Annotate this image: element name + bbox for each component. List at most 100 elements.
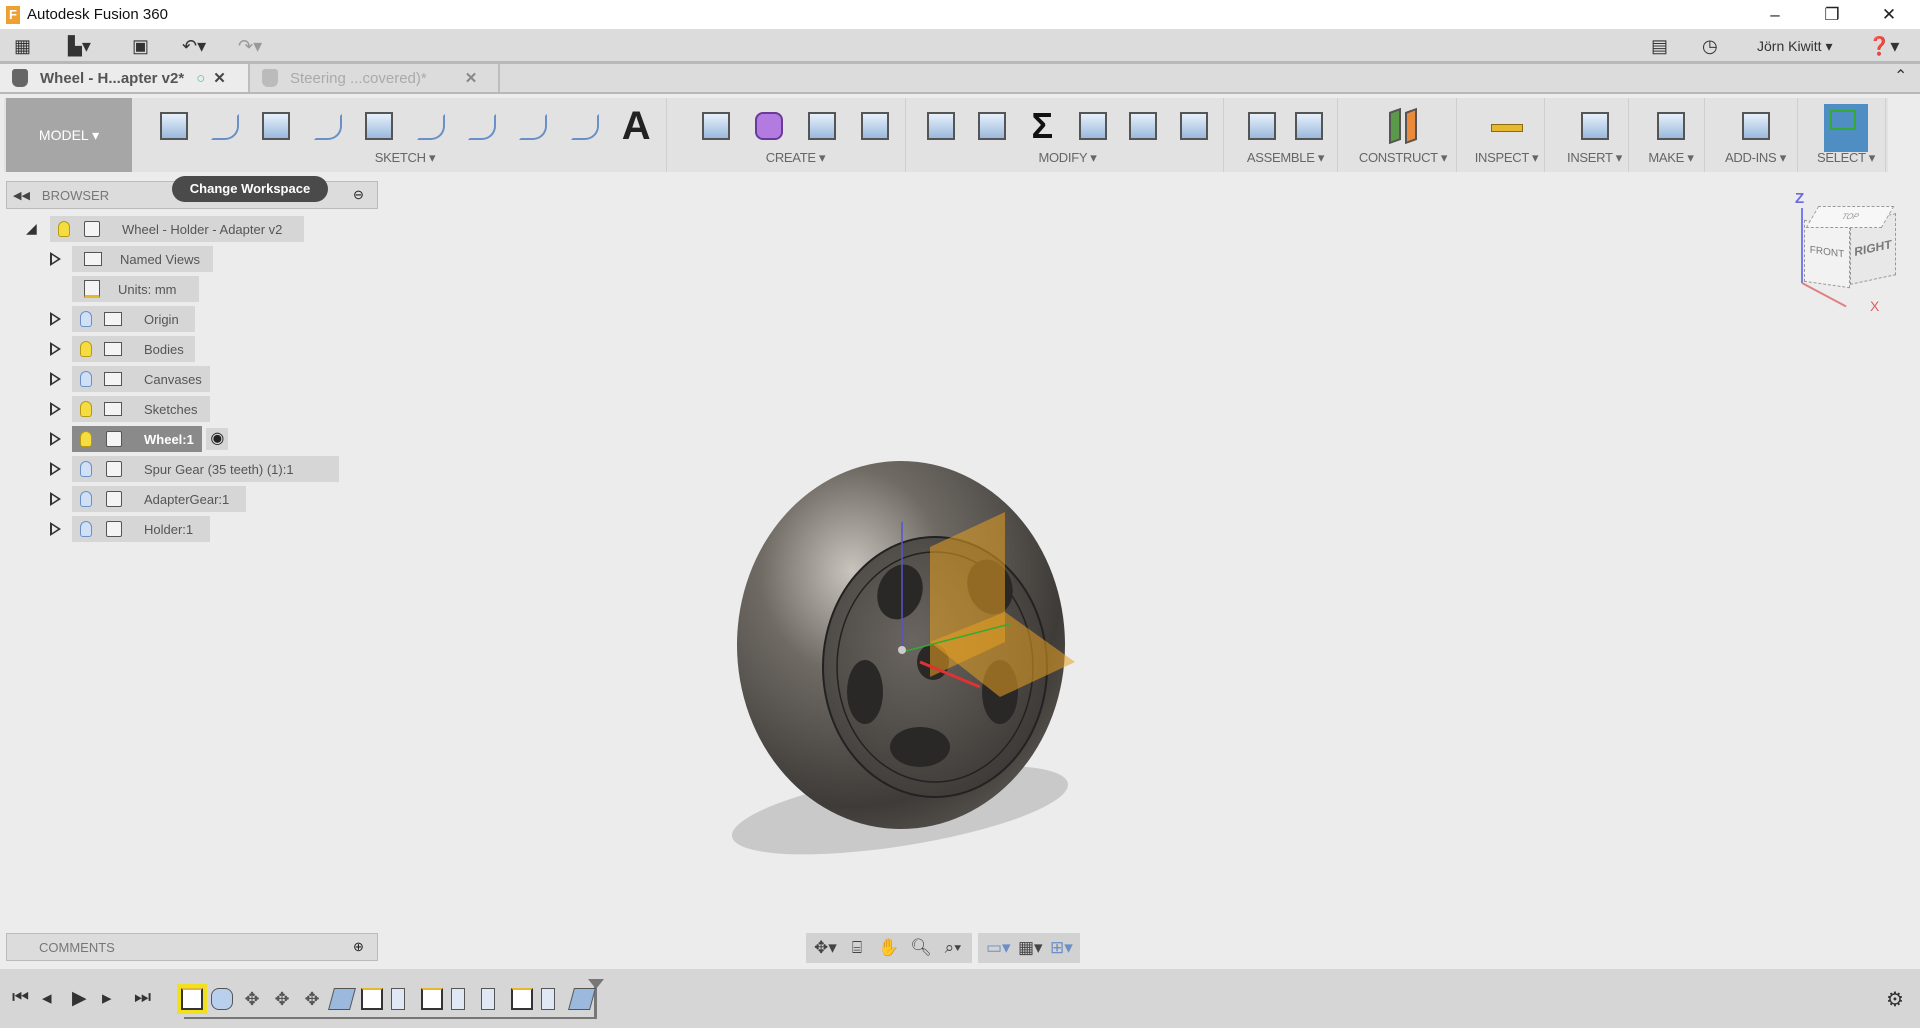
timeline-move-icon[interactable]: ✥ xyxy=(271,988,293,1010)
expand-triangle-icon[interactable] xyxy=(50,342,61,356)
split-body-icon[interactable] xyxy=(1073,106,1113,146)
play-icon[interactable]: ▶ xyxy=(72,987,87,1010)
zoom-icon[interactable]: 🔍︎ xyxy=(910,938,932,958)
viewcube-front-face[interactable]: FRONT xyxy=(1804,219,1850,289)
file-icon[interactable]: ▙▾ xyxy=(68,35,91,57)
expand-triangle-icon[interactable] xyxy=(50,462,61,476)
expand-triangle-icon[interactable] xyxy=(50,432,61,446)
3d-print-icon[interactable] xyxy=(1651,106,1691,146)
ribbon-group-label[interactable]: SELECT ▾ xyxy=(1807,150,1885,166)
timeline-extrude-icon[interactable] xyxy=(391,988,405,1010)
viewports-icon[interactable]: ⊞▾ xyxy=(1050,938,1073,958)
extrude-icon[interactable] xyxy=(696,106,736,146)
viewcube[interactable]: Z X FRONT RIGHT TOP xyxy=(1790,190,1900,314)
press-pull-icon[interactable] xyxy=(921,106,961,146)
rectangle-icon[interactable] xyxy=(256,106,296,146)
close-tab-icon[interactable]: ✕ xyxy=(213,69,226,87)
revolve-icon[interactable] xyxy=(802,106,842,146)
create-form-icon[interactable] xyxy=(749,106,789,146)
minimize-panel-icon[interactable]: ⊖ xyxy=(353,187,364,203)
collapse-triangle-icon[interactable]: ◢ xyxy=(26,220,37,237)
user-menu[interactable]: Jörn Kiwitt ▾ xyxy=(1757,35,1833,57)
timeline-extrude-icon[interactable] xyxy=(451,988,465,1010)
ribbon-group-label[interactable]: ADD-INS ▾ xyxy=(1714,150,1797,166)
ribbon-group-label[interactable]: CREATE ▾ xyxy=(686,150,905,166)
expand-triangle-icon[interactable] xyxy=(50,252,61,266)
activate-component-icon[interactable]: ◉ xyxy=(206,428,229,450)
fit-icon[interactable]: ⌕▾ xyxy=(942,938,964,958)
orbit-icon[interactable]: ✥▾ xyxy=(814,938,837,958)
change-parameters-icon[interactable]: Σ xyxy=(1022,106,1062,146)
close-button[interactable]: ✕ xyxy=(1864,0,1914,29)
3d-viewport[interactable] xyxy=(0,172,1920,932)
save-icon[interactable]: ▣ xyxy=(132,35,149,57)
grid-icon[interactable]: ▦▾ xyxy=(1018,938,1043,958)
visibility-bulb-icon[interactable] xyxy=(80,311,92,327)
timeline-sketch-icon[interactable] xyxy=(361,988,383,1010)
text-icon[interactable]: A xyxy=(616,106,656,146)
timeline-sketch-icon[interactable] xyxy=(511,988,533,1010)
pan-icon[interactable]: ✋ xyxy=(878,938,900,958)
ribbon-group-label[interactable]: SKETCH ▾ xyxy=(144,150,666,166)
expand-triangle-icon[interactable] xyxy=(50,372,61,386)
step-forward-icon[interactable]: ▸ xyxy=(102,987,112,1010)
construction-line-icon[interactable] xyxy=(308,106,348,146)
job-status-icon[interactable]: ◷ xyxy=(1702,35,1718,57)
mirror-icon[interactable] xyxy=(462,106,502,146)
visibility-bulb-icon[interactable] xyxy=(80,461,92,477)
add-comment-icon[interactable]: ⊕ xyxy=(353,939,364,955)
visibility-bulb-icon[interactable] xyxy=(80,431,92,447)
ribbon-group-label[interactable]: INSPECT ▾ xyxy=(1469,150,1544,166)
ribbon-group-label[interactable]: ASSEMBLE ▾ xyxy=(1234,150,1337,166)
scripts-icon[interactable] xyxy=(1736,106,1776,146)
timeline-move-icon[interactable]: ✥ xyxy=(301,988,323,1010)
redo-icon[interactable]: ↷▾ xyxy=(238,35,262,57)
arc-icon[interactable] xyxy=(513,106,553,146)
sketch-fillet-icon[interactable] xyxy=(565,106,605,146)
visibility-bulb-icon[interactable] xyxy=(80,401,92,417)
timeline-extrude-icon[interactable] xyxy=(541,988,555,1010)
chamfer-icon[interactable] xyxy=(1123,106,1163,146)
look-at-icon[interactable]: ⌸ xyxy=(846,938,868,958)
comments-icon[interactable]: ▤ xyxy=(1651,35,1668,57)
fillet-icon[interactable] xyxy=(972,106,1012,146)
canvas-icon[interactable] xyxy=(1575,106,1615,146)
line-icon[interactable] xyxy=(205,106,245,146)
ribbon-group-label[interactable]: INSERT ▾ xyxy=(1561,150,1628,166)
expand-triangle-icon[interactable] xyxy=(50,492,61,506)
visibility-bulb-icon[interactable] xyxy=(80,341,92,357)
collapse-browser-icon[interactable]: ◀◀ xyxy=(13,189,30,202)
expand-triangle-icon[interactable] xyxy=(50,312,61,326)
visibility-bulb-icon[interactable] xyxy=(58,221,70,237)
apps-grid-icon[interactable]: ▦ xyxy=(14,35,31,57)
undo-icon[interactable]: ↶▾ xyxy=(182,35,206,57)
go-to-end-icon[interactable]: ⏭ xyxy=(134,987,151,1009)
timeline-sketch-icon[interactable] xyxy=(177,984,207,1014)
go-to-start-icon[interactable]: ⏮ xyxy=(12,987,29,1009)
expand-triangle-icon[interactable] xyxy=(50,402,61,416)
timeline-combine-icon[interactable] xyxy=(328,988,356,1010)
tab-wheel-holder-adapter[interactable]: Wheel - H...apter v2* ○ ✕ xyxy=(0,64,250,92)
select-icon[interactable] xyxy=(1824,104,1868,152)
move-icon[interactable] xyxy=(1174,106,1214,146)
timeline-sketch-icon[interactable] xyxy=(421,988,443,1010)
settings-gear-icon[interactable]: ⚙ xyxy=(1886,987,1904,1012)
visibility-bulb-icon[interactable] xyxy=(80,521,92,537)
offset-plane-icon[interactable] xyxy=(1383,106,1423,146)
viewcube-top-face[interactable]: TOP xyxy=(1805,206,1895,228)
restore-button[interactable]: ❐ xyxy=(1807,0,1857,29)
ribbon-group-label[interactable]: MAKE ▾ xyxy=(1638,150,1704,166)
visibility-bulb-icon[interactable] xyxy=(80,371,92,387)
step-back-icon[interactable]: ◂ xyxy=(42,987,52,1010)
ribbon-group-label[interactable]: CONSTRUCT ▾ xyxy=(1350,150,1456,166)
joint-icon[interactable] xyxy=(1289,106,1329,146)
collapse-toolbar-icon[interactable]: ⌃ xyxy=(1894,66,1907,88)
pattern-icon[interactable] xyxy=(855,106,895,146)
display-settings-icon[interactable]: ▭▾ xyxy=(986,938,1011,958)
timeline-revolve-icon[interactable] xyxy=(211,988,233,1010)
minimize-button[interactable]: – xyxy=(1750,0,1800,29)
close-tab-icon[interactable]: ✕ xyxy=(465,69,478,87)
new-component-icon[interactable] xyxy=(1242,106,1282,146)
timeline-combine-icon[interactable] xyxy=(568,988,596,1010)
timeline-move-icon[interactable]: ✥ xyxy=(241,988,263,1010)
